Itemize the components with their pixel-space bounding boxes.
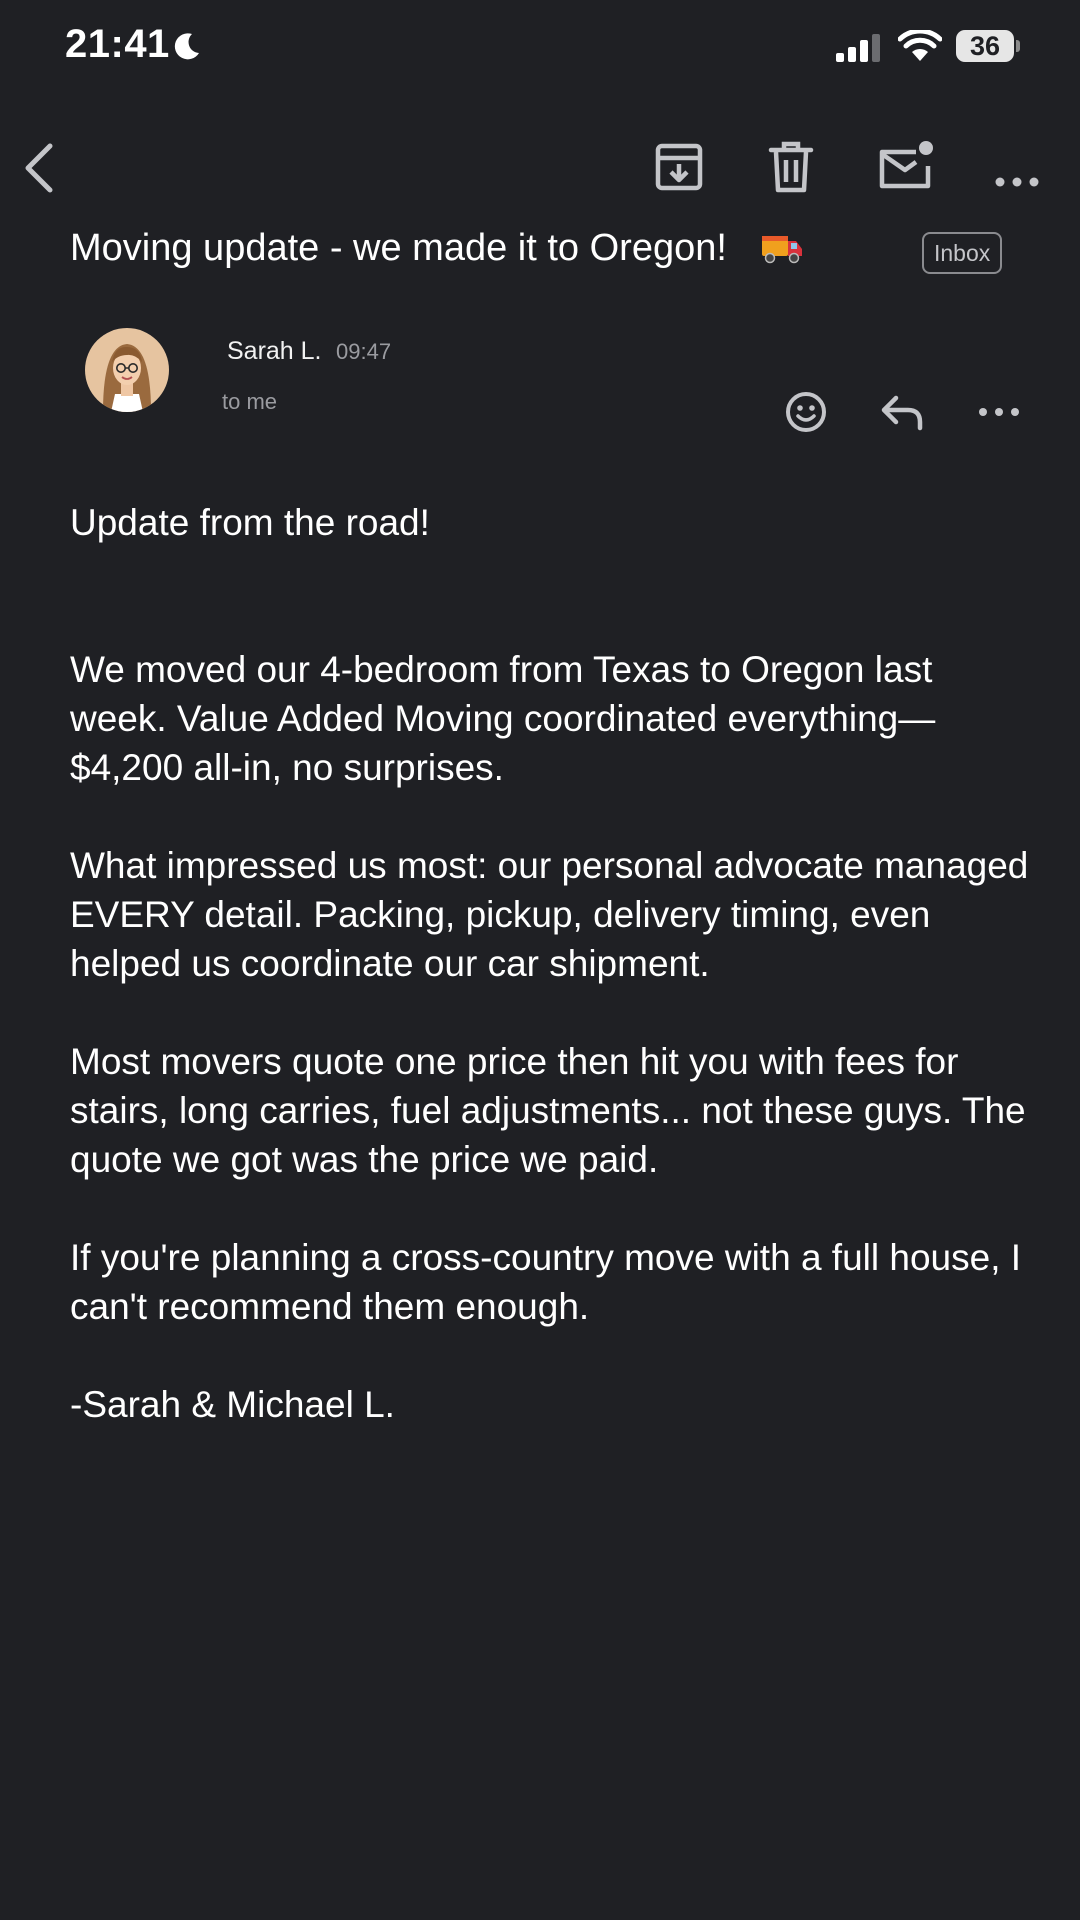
archive-button[interactable] [650,138,708,196]
truck-icon [762,236,802,264]
reply-button[interactable] [878,390,926,434]
sender-avatar[interactable] [85,328,169,412]
more-horizontal-icon [995,177,1039,187]
sender-name[interactable]: Sarah L. [227,337,322,366]
back-button[interactable] [14,138,64,198]
delete-button[interactable] [762,138,820,196]
moon-icon [174,33,199,60]
body-signature: -Sarah & Michael L. [70,1384,395,1425]
wifi-icon [898,30,942,61]
sent-time: 09:47 [336,339,392,364]
more-button[interactable] [990,138,1048,196]
toolbar [0,120,1080,210]
signal-icon [836,34,880,62]
recipient-details[interactable]: to me [222,389,277,415]
inbox-label-badge[interactable]: Inbox [922,232,1003,274]
avatar-image [85,328,169,412]
email-subject: Moving update - we made it to Oregon! [70,227,727,269]
reply-icon [881,395,923,431]
more-horizontal-icon [979,408,1019,416]
smiley-icon [786,392,826,432]
message-more-button[interactable] [974,390,1024,434]
add-reaction-button[interactable] [782,388,830,436]
status-time: 21:41 [65,22,170,66]
body-greeting: Update from the road! [70,502,430,543]
archive-icon [655,143,703,191]
battery-icon: 36 [956,30,1020,64]
body-paragraph: Most movers quote one price then hit you… [70,1041,1026,1180]
battery-cap [1016,40,1020,52]
body-paragraph: If you're planning a cross-country move … [70,1237,1022,1327]
back-arrow-icon [25,143,53,193]
body-paragraph: We moved our 4-bedroom from Texas to Ore… [70,649,936,788]
trash-icon [768,141,814,193]
battery-level: 36 [969,31,1001,61]
body-paragraph: What impressed us most: our personal adv… [70,845,1029,984]
mark-unread-icon [879,141,933,189]
mark-unread-button[interactable] [876,138,936,196]
email-body: Update from the road! We moved our 4-bed… [70,498,1030,1429]
status-bar: 21:41 36 [0,0,1080,100]
